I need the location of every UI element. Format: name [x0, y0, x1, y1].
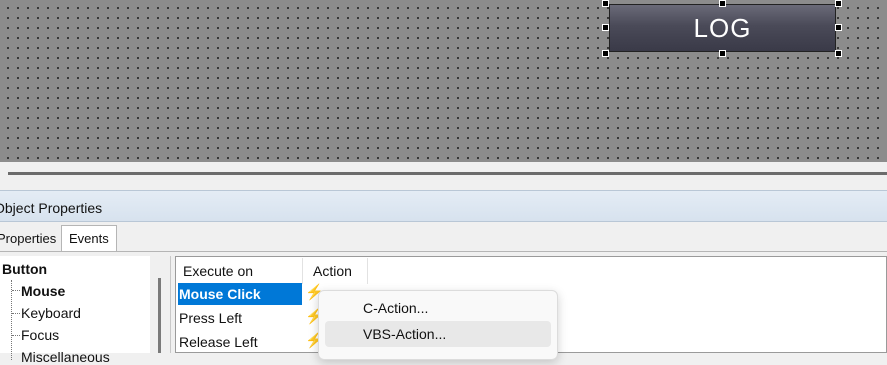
tree-connector	[12, 313, 20, 314]
tree-item-miscellaneous[interactable]: Miscellaneous	[21, 349, 110, 365]
selection-handle[interactable]	[602, 24, 609, 31]
selection-handle[interactable]	[835, 24, 842, 31]
tree-item-mouse[interactable]: Mouse	[21, 283, 65, 299]
selection-handle[interactable]	[602, 50, 609, 57]
horizontal-scrollbar[interactable]	[8, 172, 887, 175]
event-tree: Button Mouse Keyboard Focus Miscellaneou…	[0, 256, 171, 365]
tree-connector	[11, 280, 13, 360]
event-row-mouse-click[interactable]: Mouse Click	[178, 283, 302, 305]
selection-handle[interactable]	[719, 50, 726, 57]
menu-item-c-action[interactable]: C-Action...	[325, 295, 551, 321]
tab-events[interactable]: Events	[61, 225, 117, 251]
lightning-icon[interactable]: ⚡	[305, 308, 324, 326]
selection-handle[interactable]	[602, 0, 609, 7]
lightning-icon[interactable]: ⚡	[305, 332, 324, 350]
tree-connector	[12, 335, 20, 336]
tab-strip: Properties Events	[0, 222, 887, 252]
tree-root-button[interactable]: Button	[2, 261, 47, 277]
tab-properties[interactable]: Properties	[0, 228, 56, 250]
tree-connector	[12, 290, 20, 291]
tree-item-focus[interactable]: Focus	[21, 327, 59, 343]
event-row-press-left[interactable]: Press Left	[178, 307, 302, 329]
menu-item-vbs-action[interactable]: VBS-Action...	[325, 321, 551, 347]
log-button-label: LOG	[693, 12, 752, 43]
selection-handle[interactable]	[719, 0, 726, 7]
tree-item-keyboard[interactable]: Keyboard	[21, 305, 81, 321]
panel-title: Object Properties	[0, 200, 103, 216]
properties-title-bar: Object Properties	[0, 190, 887, 222]
tree-scroll-thumb[interactable]	[158, 278, 161, 353]
column-header-action[interactable]: Action	[313, 258, 368, 284]
column-header-execute-on[interactable]: Execute on	[183, 258, 303, 284]
action-context-menu: C-Action... VBS-Action...	[318, 290, 558, 360]
selection-handle[interactable]	[835, 0, 842, 7]
selection-handle[interactable]	[835, 50, 842, 57]
log-button[interactable]: LOG	[609, 4, 836, 52]
lightning-icon[interactable]: ⚡	[305, 284, 324, 302]
event-row-release-left[interactable]: Release Left	[178, 331, 302, 353]
